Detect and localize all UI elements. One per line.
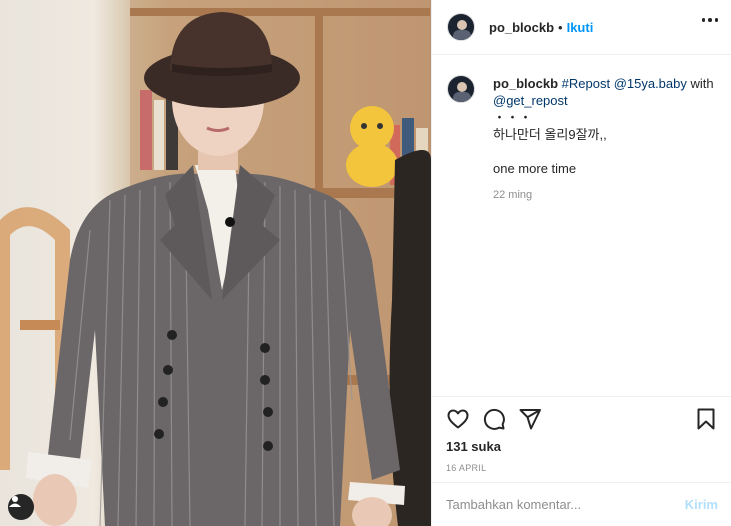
caption-text: po_blockb #Repost @15ya.baby with @get_r… (493, 75, 717, 204)
post-header: po_blockb • Ikuti (432, 0, 731, 55)
like-count[interactable]: 131 suka (446, 439, 718, 454)
avatar[interactable] (447, 13, 475, 41)
post-photo[interactable] (0, 0, 431, 526)
post-actions: 131 suka 16 APRIL (432, 396, 731, 482)
caption-comment: po_blockb #Repost @15ya.baby with @get_r… (447, 75, 717, 204)
more-icon[interactable] (701, 18, 718, 22)
source-mention[interactable]: @15ya.baby (614, 76, 687, 91)
post-details-panel: po_blockb • Ikuti po_blockb #Repost @15y… (431, 0, 731, 526)
comment-icon[interactable] (482, 407, 506, 431)
caption-area: po_blockb #Repost @15ya.baby with @get_r… (432, 55, 731, 395)
share-icon[interactable] (518, 407, 542, 431)
post-date[interactable]: 16 APRIL (446, 463, 718, 473)
heart-icon[interactable] (446, 407, 470, 431)
caption-english-line: one more time (493, 161, 577, 176)
app-mention[interactable]: @get_repost (493, 92, 717, 109)
caption-avatar[interactable] (447, 75, 475, 103)
send-comment-button[interactable]: Kirim (685, 497, 718, 512)
photo-illustration (0, 0, 431, 526)
follow-button[interactable]: Ikuti (567, 20, 594, 35)
comment-input[interactable]: Tambahkan komentar... (446, 497, 685, 512)
comment-box: Tambahkan komentar... Kirim (432, 482, 731, 526)
caption-username[interactable]: po_blockb (493, 76, 558, 91)
caption-timestamp[interactable]: 22 ming (493, 187, 717, 204)
with-word: with (690, 76, 714, 91)
bookmark-icon[interactable] (694, 407, 718, 431)
caption-korean-line: 하나만더 올리9잘까,, (493, 127, 607, 142)
user-tag-icon[interactable] (8, 494, 34, 520)
separator-dot: • (558, 19, 563, 35)
caption-dots: ・・・ (493, 110, 533, 125)
repost-hashtag[interactable]: #Repost (562, 76, 610, 91)
header-username[interactable]: po_blockb (489, 20, 554, 35)
